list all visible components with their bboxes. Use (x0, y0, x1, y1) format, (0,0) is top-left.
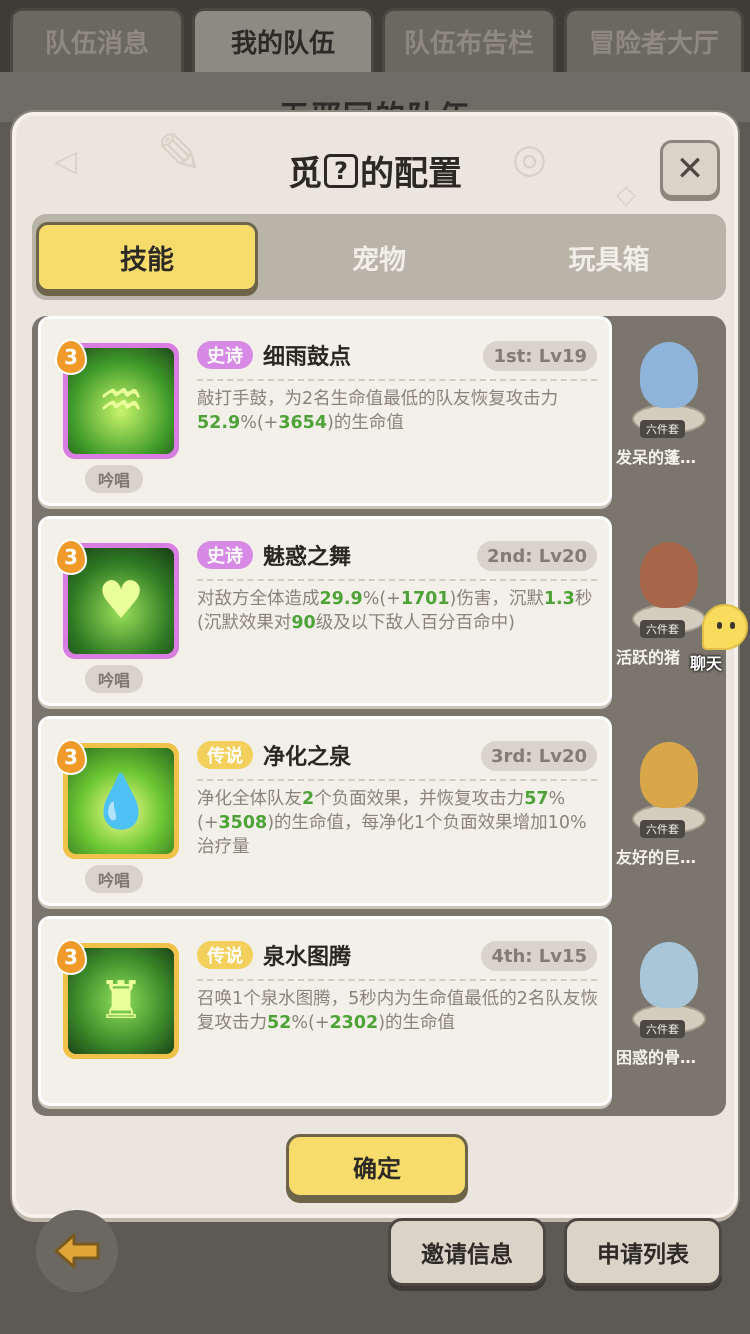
skill-rank: 4th: Lv15 (481, 941, 597, 971)
cast-tag: 吟唱 (85, 465, 143, 493)
config-modal: ◁ ✎ ◎ ◇ 觅 ? 的配置 ✕ 技能 宠物 玩具箱 ♒ 3 吟唱 史诗 细雨… (12, 112, 738, 1218)
title-text: 的配置 (360, 154, 462, 194)
skill-description: 召唤1个泉水图腾，5秒内为生命值最低的2名队友恢复攻击力52%(+2302)的生… (197, 987, 599, 1035)
highlight-value: 2 (302, 789, 315, 809)
rarity-badge: 传说 (197, 741, 253, 769)
description-text: 净化全体队友 (197, 789, 302, 809)
skill-list: ♒ 3 吟唱 史诗 细雨鼓点 1st: Lv19 敲打手鼓，为2名生命值最低的队… (32, 316, 726, 1116)
description-text: )的生命值 (327, 413, 404, 433)
skill-name: 净化之泉 (263, 745, 352, 770)
highlight-value: 52 (267, 1013, 292, 1033)
tab-my-team[interactable]: 我的队伍 (192, 8, 374, 72)
pet-set-badge: 六件套 (640, 620, 685, 638)
description-text: %(+ (362, 589, 401, 609)
tab-pets[interactable]: 宠物 (268, 222, 490, 292)
skill-name: 魅惑之舞 (263, 545, 352, 570)
skill-rank: 2nd: Lv20 (477, 541, 597, 571)
highlight-value: 3508 (218, 813, 268, 833)
skill-level-badge: 3 (55, 739, 87, 775)
pet-icon (640, 342, 698, 408)
pet-set-badge: 六件套 (640, 420, 685, 438)
chat-bubble-icon (702, 604, 748, 650)
invite-info-button[interactable]: 邀请信息 (388, 1218, 546, 1286)
pet-set-badge: 六件套 (640, 1020, 685, 1038)
skill-name: 泉水图腾 (263, 945, 352, 970)
rarity-badge: 史诗 (197, 341, 253, 369)
skill-card[interactable]: 💧 3 吟唱 传说 净化之泉 3rd: Lv20 净化全体队友2个负面效果，并恢… (38, 716, 612, 906)
description-text: 级及以下敌人百分百命中) (315, 613, 516, 633)
pet-name: 发呆的蓬… (616, 448, 697, 467)
rarity-badge: 史诗 (197, 541, 253, 569)
highlight-value: 1701 (400, 589, 450, 609)
highlight-value: 1.3 (543, 589, 575, 609)
config-tabs: 技能 宠物 玩具箱 (32, 214, 726, 300)
tab-toybox[interactable]: 玩具箱 (498, 222, 720, 292)
skill-card[interactable]: ♜ 3 传说 泉水图腾 4th: Lv15 召唤1个泉水图腾，5秒内为生命值最低… (38, 916, 612, 1106)
pet-name: 困惑的骨… (616, 1048, 697, 1067)
back-arrow-icon (54, 1233, 100, 1269)
pet-icon (640, 942, 698, 1008)
skill-description: 对敌方全体造成29.9%(+1701)伤害，沉默1.3秒(沉默效果对90级及以下… (197, 587, 599, 635)
pet-icon (640, 542, 698, 608)
skill-name: 细雨鼓点 (263, 345, 352, 370)
skill-rank: 1st: Lv19 (483, 341, 597, 371)
top-tab-bar: 队伍消息 我的队伍 队伍布告栏 冒险者大厅 (0, 0, 750, 72)
close-icon: ✕ (675, 149, 705, 189)
skill-level-badge: 3 (55, 339, 87, 375)
divider (197, 579, 597, 581)
skill-description: 净化全体队友2个负面效果，并恢复攻击力57%(+3508)的生命值，每净化1个负… (197, 787, 599, 859)
pet-slot[interactable]: 六件套 困惑的骨… (616, 916, 720, 1106)
highlight-value: 2302 (329, 1013, 379, 1033)
description-text: %(+ (240, 413, 279, 433)
skill-level-badge: 3 (55, 939, 87, 975)
skill-description: 敲打手鼓，为2名生命值最低的队友恢复攻击力 52.9%(+3654)的生命值 (197, 387, 599, 435)
hidden-name-icon: ? (324, 153, 358, 188)
skill-rank: 3rd: Lv20 (480, 741, 597, 771)
divider (197, 779, 597, 781)
highlight-value: 52.9 (197, 413, 241, 433)
skill-card[interactable]: ♥ 3 吟唱 史诗 魅惑之舞 2nd: Lv20 对敌方全体造成29.9%(+1… (38, 516, 612, 706)
skill-level-badge: 3 (55, 539, 87, 575)
cast-tag: 吟唱 (85, 865, 143, 893)
cast-tag: 吟唱 (85, 665, 143, 693)
skill-card[interactable]: ♒ 3 吟唱 史诗 细雨鼓点 1st: Lv19 敲打手鼓，为2名生命值最低的队… (38, 316, 612, 506)
back-button[interactable] (36, 1210, 118, 1292)
modal-title: 觅 ? 的配置 (16, 146, 734, 195)
description-text: 敲打手鼓，为2名生命值最低的队友恢复攻击力 (197, 389, 559, 409)
tab-skills[interactable]: 技能 (36, 222, 258, 292)
description-text: 个负面效果，并恢复攻击力 (314, 789, 525, 809)
highlight-value: 29.9 (319, 589, 363, 609)
pet-name: 友好的巨… (616, 848, 697, 867)
chat-button[interactable]: 聊天 (684, 604, 750, 676)
highlight-value: 57 (524, 789, 549, 809)
tab-adventurer-hall[interactable]: 冒险者大厅 (564, 8, 744, 72)
highlight-value: 90 (291, 613, 316, 633)
divider (197, 979, 597, 981)
description-text: )伤害，沉默 (449, 589, 544, 609)
highlight-value: 3654 (278, 413, 328, 433)
description-text: )的生命值 (378, 1013, 456, 1033)
pet-set-badge: 六件套 (640, 820, 685, 838)
close-button[interactable]: ✕ (660, 140, 720, 198)
chat-label: 聊天 (690, 654, 723, 673)
description-text: 对敌方全体造成 (197, 589, 320, 609)
pet-icon (640, 742, 698, 808)
rarity-badge: 传说 (197, 941, 253, 969)
title-text: 觅 (288, 154, 322, 194)
tab-team-board[interactable]: 队伍布告栏 (382, 8, 556, 72)
pet-slot[interactable]: 六件套 友好的巨… (616, 716, 720, 906)
confirm-button[interactable]: 确定 (286, 1134, 468, 1198)
divider (197, 379, 597, 381)
description-text: %(+ (291, 1013, 330, 1033)
tab-team-messages[interactable]: 队伍消息 (10, 8, 184, 72)
pet-slot[interactable]: 六件套 发呆的蓬… (616, 316, 720, 506)
apply-list-button[interactable]: 申请列表 (564, 1218, 722, 1286)
